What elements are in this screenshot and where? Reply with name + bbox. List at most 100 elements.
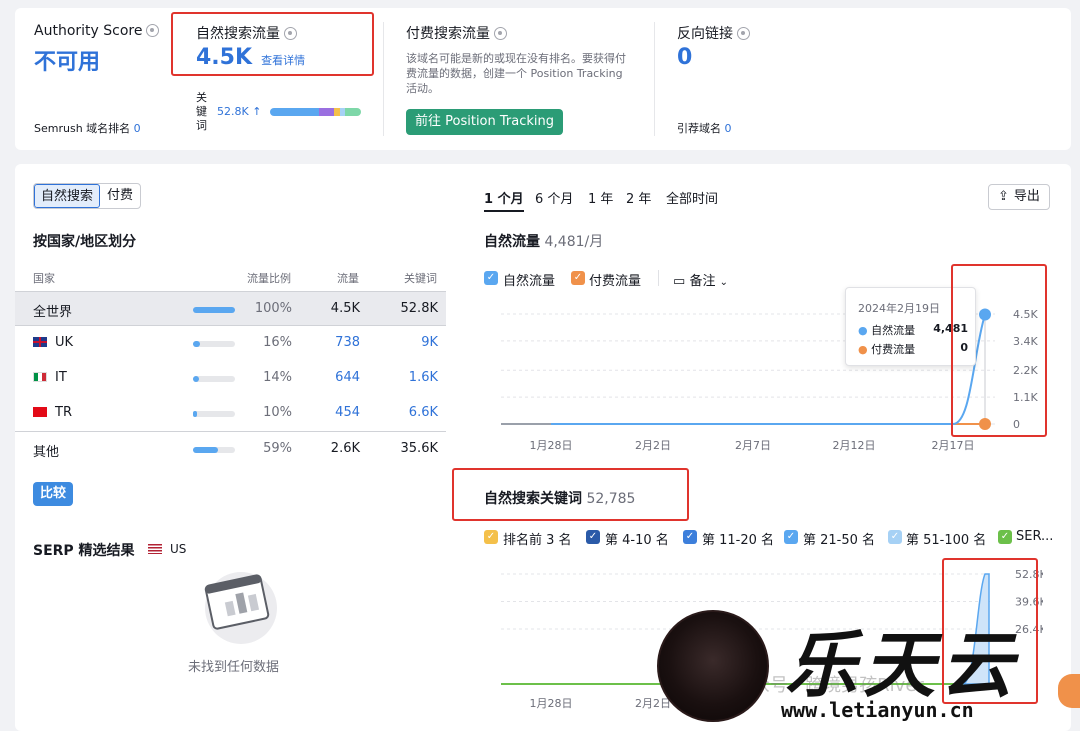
keywords-value[interactable]: 6.6K	[409, 405, 438, 420]
us-flag-icon	[148, 544, 162, 554]
range-tab-1-year[interactable]: 1 年	[588, 188, 613, 207]
pos11-20-checkbox[interactable]: ✓	[683, 530, 697, 544]
legend-pos51-100[interactable]: 第 51-100 名	[906, 529, 986, 548]
semrush-rank: Semrush 域名排名 0	[34, 122, 141, 135]
keywords-value: 35.6K	[400, 441, 438, 456]
highlight-box	[951, 264, 1047, 437]
backlinks-value[interactable]: 0	[677, 45, 692, 70]
range-tab-6-months[interactable]: 6 个月	[535, 188, 573, 207]
share-value: 16%	[263, 335, 292, 350]
paid-traffic-label: 付费搜索流量	[406, 23, 507, 43]
organic-traffic-checkbox[interactable]: ✓	[484, 271, 498, 285]
position-tracking-button[interactable]: 前往 Position Tracking	[406, 109, 564, 135]
export-button[interactable]: ⇪ 导出	[988, 184, 1050, 210]
empty-data-text: 未找到任何数据	[188, 660, 280, 675]
share-value: 59%	[263, 441, 292, 456]
upload-icon: ⇪	[998, 189, 1009, 204]
table-row[interactable]: 全世界 100% 4.5K 52.8K	[15, 291, 446, 326]
keywords-value[interactable]: 9K	[421, 335, 438, 350]
referring-domains-value[interactable]: 0	[725, 122, 732, 135]
share-bar-fill	[193, 376, 199, 382]
x-tick-label: 2月2日	[635, 439, 671, 452]
toggle-paid[interactable]: 付费	[100, 184, 140, 208]
share-bar-fill	[193, 447, 218, 453]
legend-pos21-50[interactable]: 第 21-50 名	[803, 529, 875, 548]
divider	[383, 22, 384, 136]
range-tab-1-month[interactable]: 1 个月	[484, 188, 524, 212]
keywords-vertical-label: 关 键 词	[196, 91, 207, 132]
column-header-keywords[interactable]: 关键词	[404, 270, 437, 286]
range-tab-all-time[interactable]: 全部时间	[666, 188, 718, 207]
share-value: 10%	[263, 405, 292, 420]
share-bar-fill	[193, 411, 198, 417]
compare-button[interactable]: 比较	[33, 482, 74, 506]
table-row[interactable]: UK 16% 738 9K	[15, 326, 446, 361]
keywords-value[interactable]: 1.6K	[409, 370, 438, 385]
help-tab[interactable]	[1058, 674, 1080, 708]
traffic-value[interactable]: 738	[335, 335, 360, 350]
overview-card: Authority Score 不可用 Semrush 域名排名 0 自然搜索流…	[15, 8, 1071, 150]
column-header-share[interactable]: 流量比例	[247, 270, 291, 286]
country-table: 国家 流量比例 流量 关键词 全世界 100% 4.5K 52.8K UK 16…	[15, 264, 446, 504]
x-tick-label: 2月2日	[635, 697, 671, 710]
pos51-100-checkbox[interactable]: ✓	[888, 530, 902, 544]
share-bar-fill	[193, 341, 200, 347]
info-icon[interactable]	[737, 27, 750, 40]
tooltip-date: 2024年2月19日	[858, 302, 940, 315]
legend-pos11-20[interactable]: 第 11-20 名	[702, 529, 774, 548]
serp-checkbox[interactable]: ✓	[998, 530, 1012, 544]
traffic-value: 2.6K	[330, 441, 360, 456]
toggle-organic[interactable]: 自然搜索	[34, 184, 101, 208]
column-header-country[interactable]: 国家	[33, 270, 55, 286]
divider	[654, 22, 655, 136]
top3-checkbox[interactable]: ✓	[484, 530, 498, 544]
table-row[interactable]: IT 14% 644 1.6K	[15, 361, 446, 396]
serp-region[interactable]: US	[148, 542, 186, 556]
legend-top3[interactable]: 排名前 3 名	[503, 529, 572, 548]
pos21-50-checkbox[interactable]: ✓	[784, 530, 798, 544]
share-value: 14%	[263, 370, 292, 385]
serp-features-title: SERP 精选结果	[33, 543, 135, 559]
info-icon[interactable]	[494, 27, 507, 40]
paid-traffic-checkbox[interactable]: ✓	[571, 271, 585, 285]
x-tick-label: 1月28日	[530, 697, 573, 710]
legend-serp[interactable]: SER...	[1016, 529, 1053, 544]
country-name: TR	[33, 405, 72, 420]
x-tick-label: 1月28日	[530, 439, 573, 452]
range-tab-2-years[interactable]: 2 年	[626, 188, 651, 207]
empty-data-illustration-icon	[204, 572, 277, 644]
column-header-traffic[interactable]: 流量	[337, 270, 359, 286]
uk-flag-icon	[33, 337, 47, 347]
paid-traffic-description: 该域名可能是新的或现在没有排名。要获得付费流量的数据，创建一个 Position…	[406, 52, 626, 95]
table-row[interactable]: 其他 59% 2.6K 35.6K	[15, 431, 446, 466]
share-bar-fill	[193, 307, 235, 313]
authority-score-value: 不可用	[34, 50, 101, 75]
turkey-flag-icon	[33, 407, 47, 417]
watermark-url: www.letianyun.cn	[781, 698, 974, 722]
share-bar	[193, 341, 235, 347]
share-bar	[193, 411, 235, 417]
authority-score-label: Authority Score	[34, 23, 160, 39]
country-name: 全世界	[33, 305, 73, 320]
legend-pos4-10[interactable]: 第 4-10 名	[605, 529, 669, 548]
info-icon[interactable]	[146, 24, 160, 37]
keywords-chart-title: 自然搜索关键词 52,785	[484, 491, 636, 507]
country-name: 其他	[33, 445, 60, 460]
traffic-value[interactable]: 454	[335, 405, 360, 420]
semrush-rank-value[interactable]: 0	[134, 122, 141, 135]
share-value: 100%	[254, 301, 292, 316]
keywords-value[interactable]: 52.8K ↑	[217, 105, 261, 118]
referring-domains: 引荐域名 0	[677, 122, 732, 135]
share-bar	[193, 376, 235, 382]
traffic-chart-title: 自然流量 4,481/月	[484, 234, 604, 250]
country-name: IT	[33, 370, 67, 385]
country-section-title: 按国家/地区划分	[33, 234, 137, 250]
table-row[interactable]: TR 10% 454 6.6K	[15, 396, 446, 431]
highlight-box	[171, 12, 374, 76]
backlinks-label: 反向链接	[677, 23, 750, 43]
x-tick-label: 2月12日	[833, 439, 876, 452]
share-bar	[193, 307, 235, 313]
traffic-value[interactable]: 644	[335, 370, 360, 385]
pos4-10-checkbox[interactable]: ✓	[586, 530, 600, 544]
x-tick-label: 2月17日	[932, 439, 975, 452]
